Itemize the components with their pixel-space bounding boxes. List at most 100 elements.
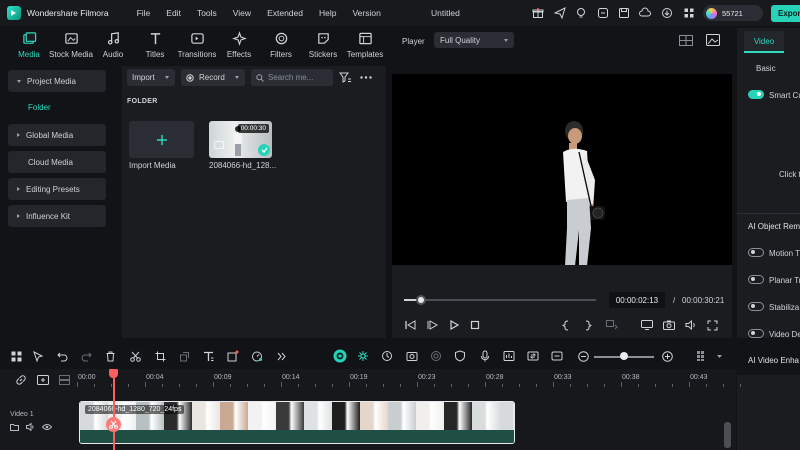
import-dropdown[interactable]: Import [127,69,175,86]
planar-tracking-toggle[interactable] [748,275,764,284]
download-icon[interactable] [660,6,674,20]
ai-mate-icon[interactable] [333,349,347,363]
undo-icon[interactable] [56,350,68,362]
zoom-slider-handle[interactable] [620,352,628,360]
menu-help[interactable]: Help [319,8,336,18]
notification-icon[interactable] [596,6,610,20]
tab-video[interactable]: Video [744,31,784,53]
speed-icon[interactable] [251,350,263,362]
mark-in-icon[interactable] [560,319,572,331]
credits-badge[interactable]: 55721 [703,5,763,21]
play-icon[interactable] [448,319,460,331]
mark-out-icon[interactable] [582,319,594,331]
export-button[interactable]: Expor [771,5,800,22]
tab-media[interactable]: Media [8,27,50,65]
current-time[interactable]: 00:00:02:13 [609,292,665,308]
zoom-out-icon[interactable] [551,350,563,362]
video-denoise-toggle[interactable] [748,329,764,338]
redo-icon[interactable] [80,350,92,362]
tab-templates[interactable]: Templates [344,27,386,65]
more-tools-icon[interactable] [275,350,287,362]
scissors-icon[interactable] [129,350,141,362]
track-manager-icon[interactable] [59,375,70,385]
select-tool-icon[interactable] [32,350,44,362]
transform-icon[interactable] [178,350,190,362]
crop-icon[interactable] [154,350,166,362]
grid-view-icon[interactable] [679,35,693,46]
display-monitor-icon[interactable] [641,319,653,331]
tab-audio[interactable]: Audio [92,27,134,65]
tab-basic[interactable]: Basic [756,64,776,73]
timeline-ruler[interactable]: 00:00 00:04 00:09 00:14 00:19 00:23 00:28 00:33… [77,373,741,387]
record-screen-icon[interactable] [227,350,239,362]
search-input[interactable] [268,73,330,82]
gift-icon[interactable] [531,6,545,20]
tab-transitions[interactable]: Transitions [176,27,218,65]
minus-icon[interactable] [577,350,589,362]
playhead[interactable] [113,371,115,450]
save-icon[interactable] [617,6,631,20]
playback-scrubber[interactable] [404,299,596,301]
insert-clip-icon[interactable] [606,319,618,331]
text-tool-icon[interactable] [202,350,214,362]
smart-cutout-toggle[interactable] [748,90,764,99]
layout-grid-icon[interactable] [10,350,22,362]
split-scissors-icon[interactable] [106,417,121,432]
tab-stickers[interactable]: Stickers [302,27,344,65]
quality-dropdown[interactable]: Full Quality [434,32,514,48]
chevron-down-icon[interactable] [713,350,725,362]
sidebar-item-cloud-media[interactable]: Cloud Media [8,151,106,173]
auto-highlight-icon[interactable] [357,350,369,362]
sidebar-item-influence-kit[interactable]: Influence Kit [8,205,106,227]
play-slow-icon[interactable] [426,319,438,331]
stop-icon[interactable] [469,319,481,331]
timeline-vertical-scrollbar[interactable] [724,422,731,448]
plus-icon[interactable] [661,350,673,362]
shield-icon[interactable] [454,350,466,362]
mask-icon[interactable] [430,350,442,362]
video-preview[interactable] [392,74,732,265]
folder-icon[interactable] [10,423,19,431]
sidebar-item-editing-presets[interactable]: Editing Presets [8,178,106,200]
apps-grid-icon[interactable] [682,6,696,20]
menu-file[interactable]: File [137,8,151,18]
menu-tools[interactable]: Tools [197,8,217,18]
sidebar-item-project-media[interactable]: Project Media [8,70,106,92]
speaker-icon[interactable] [26,423,35,431]
snapshot-clip-icon[interactable] [406,350,418,362]
import-media-button[interactable] [129,121,194,158]
menu-version[interactable]: Version [352,8,380,18]
filter-icon[interactable] [339,72,351,83]
send-icon[interactable] [553,6,567,20]
sidebar-item-folder[interactable]: Folder [28,103,51,112]
media-clip-thumbnail[interactable]: 00:00:30 [209,121,272,158]
sidebar-item-global-media[interactable]: Global Media [8,124,106,146]
previous-frame-icon[interactable] [404,319,416,331]
timeline-layout-icon[interactable] [696,350,708,362]
lightbulb-icon[interactable] [574,6,588,20]
motion-tracking-toggle[interactable] [748,248,764,257]
menu-view[interactable]: View [233,8,251,18]
replace-icon[interactable] [527,350,539,362]
delete-icon[interactable] [104,350,116,362]
more-options-icon[interactable] [360,76,372,79]
menu-extended[interactable]: Extended [267,8,303,18]
link-icon[interactable] [15,374,27,386]
add-track-icon[interactable] [37,375,49,385]
microphone-icon[interactable] [479,350,491,362]
timeline-video-clip[interactable]: 2084066-hd_1280_720_24fps [79,401,515,444]
tab-filters[interactable]: Filters [260,27,302,65]
volume-icon[interactable] [685,319,697,331]
eye-icon[interactable] [42,423,52,431]
cloud-upload-icon[interactable] [638,6,652,20]
tab-stock-media[interactable]: Stock Media [49,27,93,65]
record-dropdown[interactable]: Record [181,69,245,86]
tab-effects[interactable]: Effects [218,27,260,65]
audio-mixer-icon[interactable] [503,350,515,362]
tab-titles[interactable]: Titles [134,27,176,65]
menu-edit[interactable]: Edit [166,8,181,18]
camera-snapshot-icon[interactable] [663,319,675,331]
keyframe-icon[interactable] [381,350,393,362]
playhead-handle[interactable] [109,369,118,378]
scrubber-handle[interactable] [416,295,427,305]
